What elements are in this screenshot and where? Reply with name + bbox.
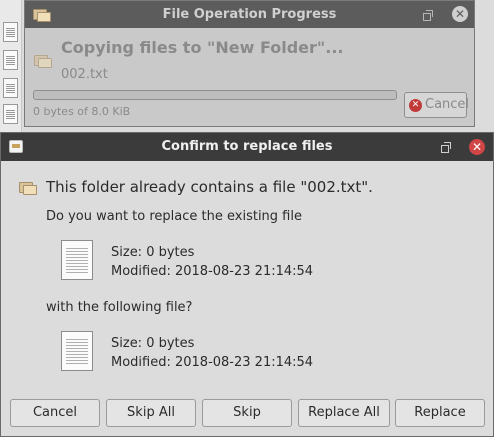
- close-icon[interactable]: ✕: [469, 139, 485, 155]
- desktop-file-icon[interactable]: [3, 104, 18, 124]
- desktop-file-icon[interactable]: [3, 22, 18, 42]
- replace-all-button[interactable]: Replace All: [298, 399, 390, 427]
- new-file-modified: Modified: 2018-08-23 21:14:54: [111, 355, 314, 370]
- confirm-window-title: Confirm to replace files: [161, 139, 333, 154]
- progress-status-text: 0 bytes of 8.0 KiB: [33, 105, 131, 118]
- folder-icon: [19, 180, 37, 195]
- confirm-titlebar[interactable]: Confirm to replace files ✕: [1, 133, 493, 161]
- stop-icon: ✕: [409, 99, 422, 112]
- replace-heading: This folder already contains a file "002…: [46, 178, 373, 196]
- progress-bar: [33, 90, 397, 100]
- progress-window-title: File Operation Progress: [162, 7, 337, 22]
- desktop-file-icon[interactable]: [3, 50, 18, 70]
- existing-file-info: Size: 0 bytes Modified: 2018-08-23 21:14…: [111, 243, 313, 281]
- folder-icon: [34, 53, 52, 68]
- skip-button[interactable]: Skip: [202, 399, 292, 427]
- progress-titlebar[interactable]: File Operation Progress ✕: [25, 1, 474, 28]
- replace-new-question: with the following file?: [46, 300, 193, 315]
- existing-file-size: Size: 0 bytes: [111, 245, 195, 260]
- restore-icon[interactable]: [439, 141, 451, 153]
- new-file-info: Size: 0 bytes Modified: 2018-08-23 21:14…: [111, 334, 313, 372]
- new-file-thumbnail-icon: [61, 331, 93, 371]
- replace-existing-question: Do you want to replace the existing file: [46, 209, 302, 224]
- replace-confirm-dialog: Confirm to replace files ✕ This folder a…: [0, 132, 494, 437]
- cancel-button[interactable]: Cancel: [10, 399, 100, 427]
- restore-icon[interactable]: [421, 9, 433, 21]
- cancel-copy-label: Cancel: [425, 97, 470, 112]
- close-icon[interactable]: ✕: [452, 6, 468, 22]
- cancel-copy-button[interactable]: ✕ Cancel: [404, 92, 470, 118]
- progress-heading: Copying files to "New Folder"...: [61, 38, 344, 57]
- current-file-name: 002.txt: [61, 67, 108, 82]
- desktop-file-icon[interactable]: [3, 78, 18, 98]
- existing-file-thumbnail-icon: [61, 240, 93, 280]
- replace-button[interactable]: Replace: [395, 399, 485, 427]
- new-file-size: Size: 0 bytes: [111, 336, 195, 351]
- skip-all-button[interactable]: Skip All: [106, 399, 196, 427]
- progress-dialog: File Operation Progress ✕ Copying files …: [24, 0, 475, 127]
- existing-file-modified: Modified: 2018-08-23 21:14:54: [111, 264, 314, 279]
